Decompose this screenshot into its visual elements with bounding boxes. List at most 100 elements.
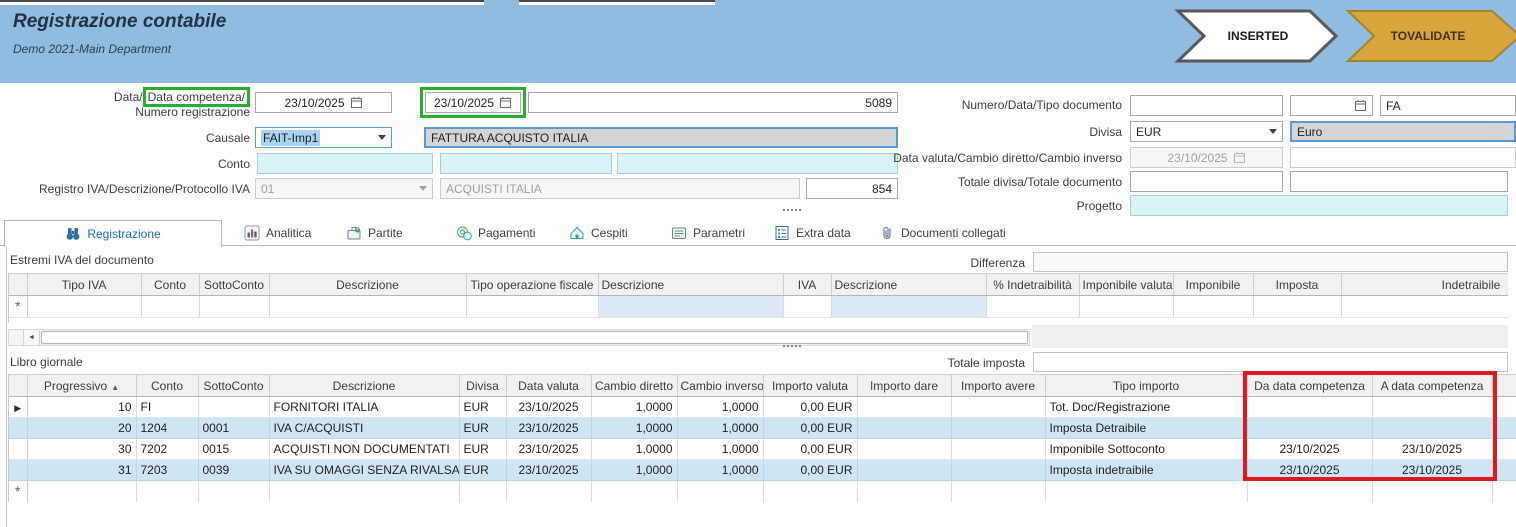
cell-importo-avere[interactable]	[951, 439, 1045, 460]
libro-col-importo-valuta[interactable]: Importo valuta	[763, 375, 857, 397]
iva-col-conto[interactable]: Conto	[141, 274, 199, 296]
row-selector[interactable]	[9, 418, 27, 439]
libro-col-da-data-competenza[interactable]: Da data competenza	[1247, 375, 1372, 397]
iva-cell[interactable]	[986, 296, 1079, 318]
cell-importo-avere[interactable]	[951, 397, 1045, 418]
libro-cell[interactable]	[1045, 481, 1247, 503]
calendar-icon[interactable]	[499, 96, 512, 109]
cell-importo-avere[interactable]	[951, 418, 1045, 439]
iva-col-imposta[interactable]: Imposta	[1253, 274, 1341, 296]
row-selector[interactable]	[9, 460, 27, 481]
iva-col-descrizione-2[interactable]: Descrizione	[598, 274, 783, 296]
cell-data-valuta[interactable]: 23/10/2025	[506, 418, 591, 439]
conto-field-1[interactable]	[257, 153, 433, 174]
iva-cell[interactable]	[1173, 296, 1253, 318]
cell-descrizione[interactable]: ACQUISTI NON DOCUMENTATI	[269, 439, 459, 460]
cell-progressivo[interactable]: 31	[27, 460, 136, 481]
cell-conto[interactable]: 7203	[136, 460, 198, 481]
cell-cambio-diretto[interactable]: 1,0000	[591, 439, 677, 460]
cell-cambio-diretto[interactable]: 1,0000	[591, 460, 677, 481]
splitter-handle[interactable]	[783, 345, 801, 347]
iva-cell[interactable]	[831, 296, 986, 318]
libro-cell[interactable]	[269, 481, 459, 503]
cell-importo-valuta[interactable]: 0,00 EUR	[763, 418, 857, 439]
causale-combo[interactable]: FAIT-Imp1	[255, 127, 392, 148]
cell-da-data-competenza[interactable]	[1247, 397, 1372, 418]
tab-pagamenti[interactable]: Pagamenti	[448, 220, 543, 246]
libro-col-progressivo[interactable]: Progressivo▲	[27, 375, 136, 397]
libro-new-row[interactable]: *	[9, 481, 1516, 503]
iva-cell[interactable]	[269, 296, 466, 318]
cell-sottoconto[interactable]: 0039	[198, 460, 269, 481]
chevron-down-icon[interactable]	[378, 135, 386, 140]
cell-progressivo[interactable]: 20	[27, 418, 136, 439]
libro-col-descrizione[interactable]: Descrizione	[269, 375, 459, 397]
iva-col-tipo-iva[interactable]: Tipo IVA	[27, 274, 141, 296]
cell-cambio-inverso[interactable]: 1,0000	[677, 418, 763, 439]
iva-cell[interactable]	[466, 296, 598, 318]
data-competenza-field[interactable]: 23/10/2025	[425, 92, 521, 113]
cell-cambio-inverso[interactable]: 1,0000	[677, 439, 763, 460]
libro-col-conto[interactable]: Conto	[136, 375, 198, 397]
iva-col-indetraibilita[interactable]: % Indetraibilità	[986, 274, 1079, 296]
data-documento-field[interactable]	[1290, 95, 1373, 116]
tab-parametri[interactable]: Parametri	[663, 220, 753, 246]
totale-divisa-field[interactable]	[1130, 171, 1283, 192]
libro-col-divisa[interactable]: Divisa	[459, 375, 506, 397]
horizontal-scrollbar[interactable]: ◄	[8, 329, 1030, 346]
libro-table-row[interactable]: ▶ 10 FI FORNITORI ITALIA EUR 23/10/2025 …	[9, 397, 1516, 418]
libro-cell[interactable]	[591, 481, 677, 503]
cell-divisa[interactable]: EUR	[459, 460, 506, 481]
libro-col-sottoconto[interactable]: SottoConto	[198, 375, 269, 397]
iva-cell[interactable]	[199, 296, 269, 318]
libro-table-row[interactable]: 31 7203 0039 IVA SU OMAGGI SENZA RIVALSA…	[9, 460, 1516, 481]
cell-da-data-competenza[interactable]	[1247, 418, 1372, 439]
iva-cell[interactable]	[27, 296, 141, 318]
iva-col-indetraibile[interactable]: Indetraibile	[1341, 274, 1508, 296]
scroll-left-button[interactable]: ◄	[24, 330, 40, 345]
tab-partite[interactable]: Partite	[338, 220, 411, 246]
libro-cell[interactable]	[951, 481, 1045, 503]
iva-col-descrizione[interactable]: Descrizione	[269, 274, 466, 296]
libro-col-data-valuta[interactable]: Data valuta	[506, 375, 591, 397]
libro-table-row[interactable]: 30 7202 0015 ACQUISTI NON DOCUMENTATI EU…	[9, 439, 1516, 460]
tab-extra-data[interactable]: Extra data	[766, 220, 859, 246]
tab-cespiti[interactable]: Cespiti	[561, 220, 636, 246]
cell-cambio-diretto[interactable]: 1,0000	[591, 397, 677, 418]
cell-data-valuta[interactable]: 23/10/2025	[506, 439, 591, 460]
iva-cell[interactable]	[1079, 296, 1173, 318]
libro-cell[interactable]	[506, 481, 591, 503]
divisa-combo[interactable]: EUR	[1130, 121, 1283, 142]
cell-divisa[interactable]: EUR	[459, 397, 506, 418]
iva-cell[interactable]	[1253, 296, 1341, 318]
tab-registrazione[interactable]: Registrazione	[4, 220, 222, 247]
progetto-field[interactable]	[1130, 195, 1508, 216]
libro-cell[interactable]	[27, 481, 136, 503]
cell-tipo-importo[interactable]: Imposta indetraibile	[1045, 460, 1247, 481]
tab-analitica[interactable]: Analitica	[236, 220, 319, 246]
libro-cell[interactable]	[1247, 481, 1372, 503]
cell-data-valuta[interactable]: 23/10/2025	[506, 397, 591, 418]
libro-cell[interactable]	[1372, 481, 1492, 503]
cell-importo-dare[interactable]	[857, 418, 951, 439]
libro-cell[interactable]	[136, 481, 198, 503]
calendar-icon[interactable]	[350, 96, 363, 109]
iva-col-imponibile[interactable]: Imponibile	[1173, 274, 1253, 296]
iva-col-tipo-operazione-fiscale[interactable]: Tipo operazione fiscale	[466, 274, 598, 296]
cell-cambio-inverso[interactable]: 1,0000	[677, 460, 763, 481]
cell-importo-dare[interactable]	[857, 460, 951, 481]
totale-documento-field[interactable]	[1290, 171, 1508, 192]
cambio-diretto-field[interactable]	[1290, 147, 1516, 168]
cell-descrizione[interactable]: FORNITORI ITALIA	[269, 397, 459, 418]
cell-a-data-competenza[interactable]: 23/10/2025	[1372, 439, 1492, 460]
cell-sottoconto[interactable]: 0001	[198, 418, 269, 439]
calendar-icon[interactable]	[1354, 99, 1367, 112]
cell-tipo-importo[interactable]: Imposta Detraibile	[1045, 418, 1247, 439]
scrollbar-thumb[interactable]	[41, 331, 1028, 344]
libro-col-cambio-diretto[interactable]: Cambio diretto	[591, 375, 677, 397]
cell-importo-valuta[interactable]: 0,00 EUR	[763, 460, 857, 481]
iva-col-descrizione-3[interactable]: Descrizione	[831, 274, 986, 296]
cell-tipo-importo[interactable]: Imponibile Sottoconto	[1045, 439, 1247, 460]
cell-conto[interactable]: FI	[136, 397, 198, 418]
libro-cell[interactable]	[857, 481, 951, 503]
